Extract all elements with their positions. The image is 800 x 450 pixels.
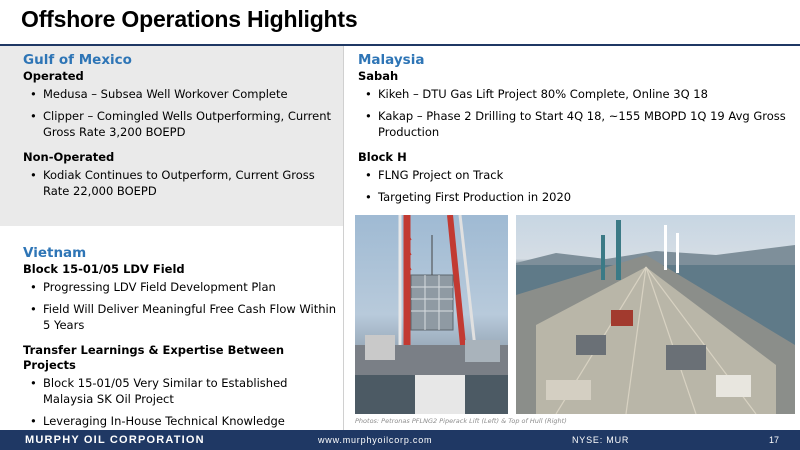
footer-brand: MURPHY OIL CORPORATION xyxy=(25,434,205,446)
vietnam-section: Vietnam Block 15-01/05 LDV Field Progres… xyxy=(23,245,338,429)
column-divider xyxy=(343,46,344,430)
vietnam-transfer-item: Block 15-01/05 Very Similar to Establish… xyxy=(23,375,338,407)
vietnam-region-heading: Vietnam xyxy=(23,245,87,261)
gulf-section: Gulf of Mexico Operated Medusa – Subsea … xyxy=(23,52,338,199)
malaysia-section: Malaysia Sabah Kikeh – DTU Gas Lift Proj… xyxy=(358,52,788,205)
gulf-non-operated-item: Kodiak Continues to Outperform, Current … xyxy=(23,167,338,199)
gulf-operated-item: Medusa – Subsea Well Workover Complete xyxy=(23,86,338,102)
footer-bar: MURPHY OIL CORPORATION www.murphyoilcorp… xyxy=(0,430,800,450)
gulf-operated-item: Clipper – Comingled Wells Outperforming,… xyxy=(23,108,338,140)
vietnam-block-label: Block 15-01/05 LDV Field xyxy=(23,262,185,276)
hull-top-illustration xyxy=(516,220,795,414)
vietnam-block-item: Progressing LDV Field Development Plan xyxy=(23,279,338,295)
gulf-operated-label: Operated xyxy=(23,69,84,83)
footer-url: www.murphyoilcorp.com xyxy=(318,435,433,445)
malaysia-region-heading: Malaysia xyxy=(358,52,425,68)
malaysia-sabah-label: Sabah xyxy=(358,69,399,83)
photo-strip xyxy=(355,215,795,414)
vietnam-transfer-label: Transfer Learnings & Expertise Between P… xyxy=(23,343,285,372)
gulf-region-heading: Gulf of Mexico xyxy=(23,52,132,68)
gulf-non-operated-label: Non-Operated xyxy=(23,150,115,164)
vietnam-block-item: Field Will Deliver Meaningful Free Cash … xyxy=(23,301,338,333)
piperack-lift-illustration xyxy=(355,215,508,414)
malaysia-sabah-item: Kakap – Phase 2 Drilling to Start 4Q 18,… xyxy=(358,108,788,140)
piperack-lift-photo xyxy=(355,215,508,414)
photo-caption: Photos: Petronas PFLNG2 Piperack Lift (L… xyxy=(355,417,567,425)
footer-ticker: NYSE: MUR xyxy=(572,435,630,445)
malaysia-blockh-item: FLNG Project on Track xyxy=(358,167,788,183)
page-number: 17 xyxy=(769,435,780,445)
hull-top-photo xyxy=(516,215,795,414)
page-title: Offshore Operations Highlights xyxy=(21,6,358,32)
vietnam-transfer-item: Leveraging In-House Technical Knowledge xyxy=(23,413,338,429)
malaysia-blockh-label: Block H xyxy=(358,150,407,164)
malaysia-sabah-item: Kikeh – DTU Gas Lift Project 80% Complet… xyxy=(358,86,788,102)
malaysia-blockh-item: Targeting First Production in 2020 xyxy=(358,189,788,205)
